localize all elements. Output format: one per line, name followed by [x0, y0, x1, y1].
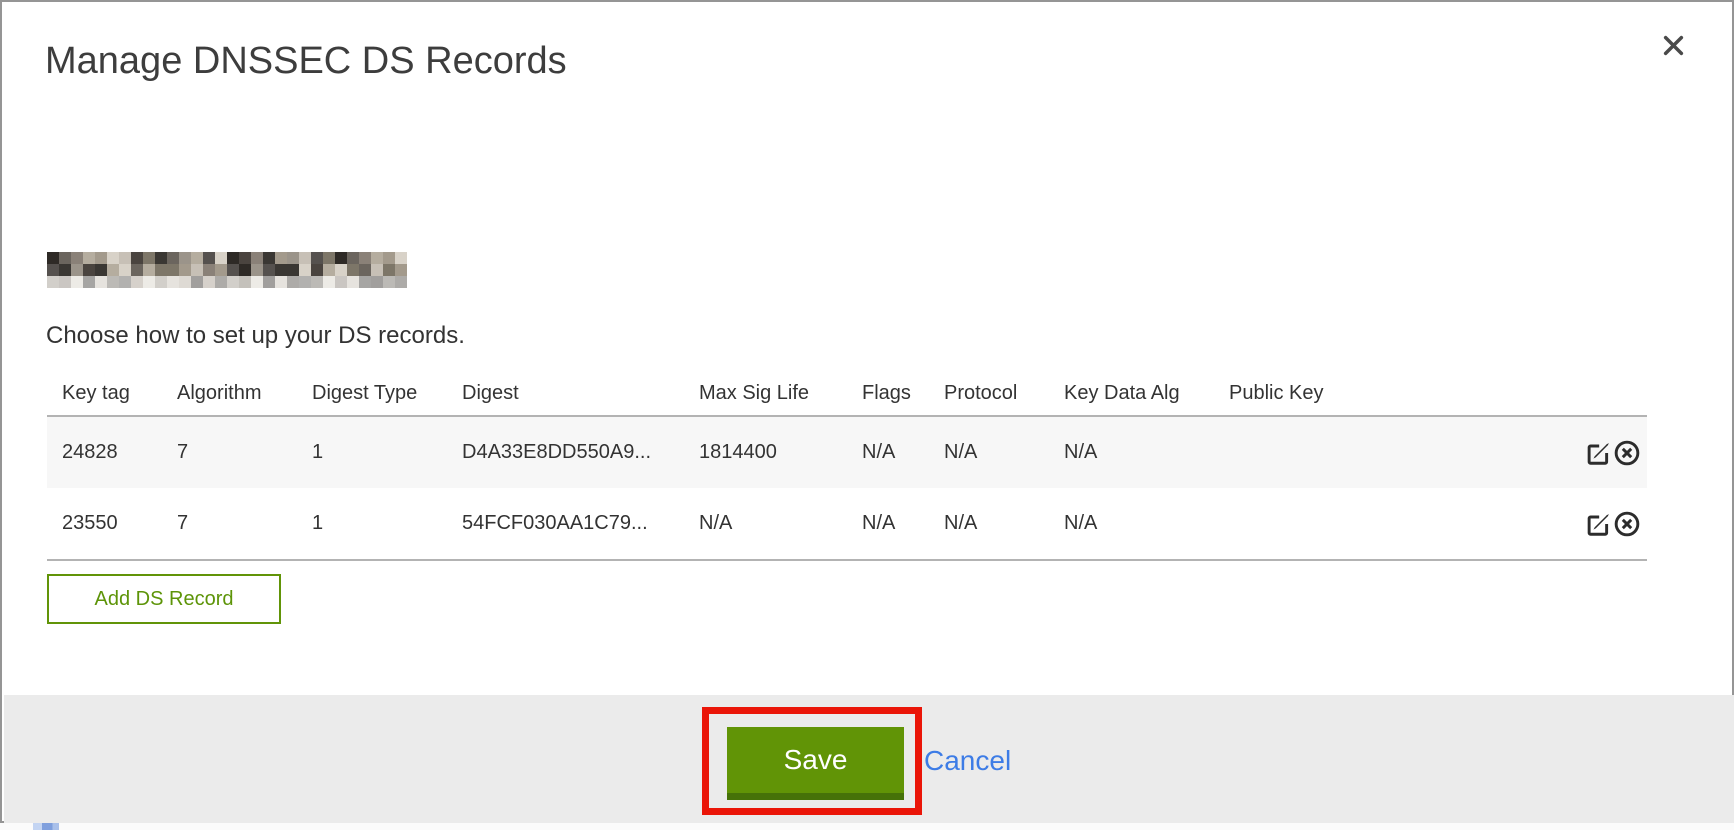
delete-icon	[1613, 510, 1641, 538]
col-header-flags: Flags	[847, 372, 929, 416]
col-header-key-tag: Key tag	[47, 372, 162, 416]
cell-public-key	[1214, 488, 1464, 560]
cell-digest: D4A33E8DD550A9...	[447, 416, 684, 488]
table-row: 24828 7 1 D4A33E8DD550A9... 1814400 N/A …	[47, 416, 1647, 488]
col-header-public-key: Public Key	[1214, 372, 1464, 416]
cell-public-key	[1214, 416, 1464, 488]
edit-record-button[interactable]	[1584, 439, 1612, 467]
cell-digest: 54FCF030AA1C79...	[447, 488, 684, 560]
col-header-max-sig-life: Max Sig Life	[684, 372, 847, 416]
col-header-algorithm: Algorithm	[162, 372, 297, 416]
col-header-digest-type: Digest Type	[297, 372, 447, 416]
cell-flags: N/A	[847, 416, 929, 488]
dialog-title: Manage DNSSEC DS Records	[45, 38, 567, 86]
cell-actions	[1464, 416, 1647, 488]
table-header-row: Key tag Algorithm Digest Type Digest Max…	[47, 372, 1647, 416]
cell-key-tag: 24828	[47, 416, 162, 488]
cell-flags: N/A	[847, 488, 929, 560]
col-header-actions	[1464, 372, 1647, 416]
delete-icon	[1613, 439, 1641, 467]
edit-icon	[1584, 510, 1612, 538]
edit-icon	[1584, 439, 1612, 467]
table-row: 23550 7 1 54FCF030AA1C79... N/A N/A N/A …	[47, 488, 1647, 560]
cell-protocol: N/A	[929, 416, 1049, 488]
cell-max-sig-life: N/A	[684, 488, 847, 560]
cell-digest-type: 1	[297, 416, 447, 488]
delete-record-button[interactable]	[1613, 439, 1641, 467]
cell-actions	[1464, 488, 1647, 560]
cell-key-data-alg: N/A	[1049, 488, 1214, 560]
close-button[interactable]	[1656, 28, 1690, 62]
cell-key-tag: 23550	[47, 488, 162, 560]
background-page-fragment	[33, 823, 59, 830]
save-button[interactable]: Save	[727, 727, 904, 800]
cell-digest-type: 1	[297, 488, 447, 560]
cell-protocol: N/A	[929, 488, 1049, 560]
ds-records-table: Key tag Algorithm Digest Type Digest Max…	[47, 372, 1647, 561]
close-icon	[1660, 32, 1687, 59]
add-ds-record-button[interactable]: Add DS Record	[47, 574, 281, 624]
col-header-protocol: Protocol	[929, 372, 1049, 416]
setup-instruction-text: Choose how to set up your DS records.	[46, 322, 465, 350]
redacted-domain-name	[47, 252, 407, 290]
manage-dnssec-dialog: Manage DNSSEC DS Records Choose how to s…	[0, 0, 1734, 823]
col-header-digest: Digest	[447, 372, 684, 416]
cell-max-sig-life: 1814400	[684, 416, 847, 488]
delete-record-button[interactable]	[1613, 510, 1641, 538]
page-behind-dialog	[0, 823, 1734, 830]
edit-record-button[interactable]	[1584, 510, 1612, 538]
cell-algorithm: 7	[162, 488, 297, 560]
cell-algorithm: 7	[162, 416, 297, 488]
cell-key-data-alg: N/A	[1049, 416, 1214, 488]
cancel-link[interactable]: Cancel	[924, 745, 1011, 777]
col-header-key-data-alg: Key Data Alg	[1049, 372, 1214, 416]
